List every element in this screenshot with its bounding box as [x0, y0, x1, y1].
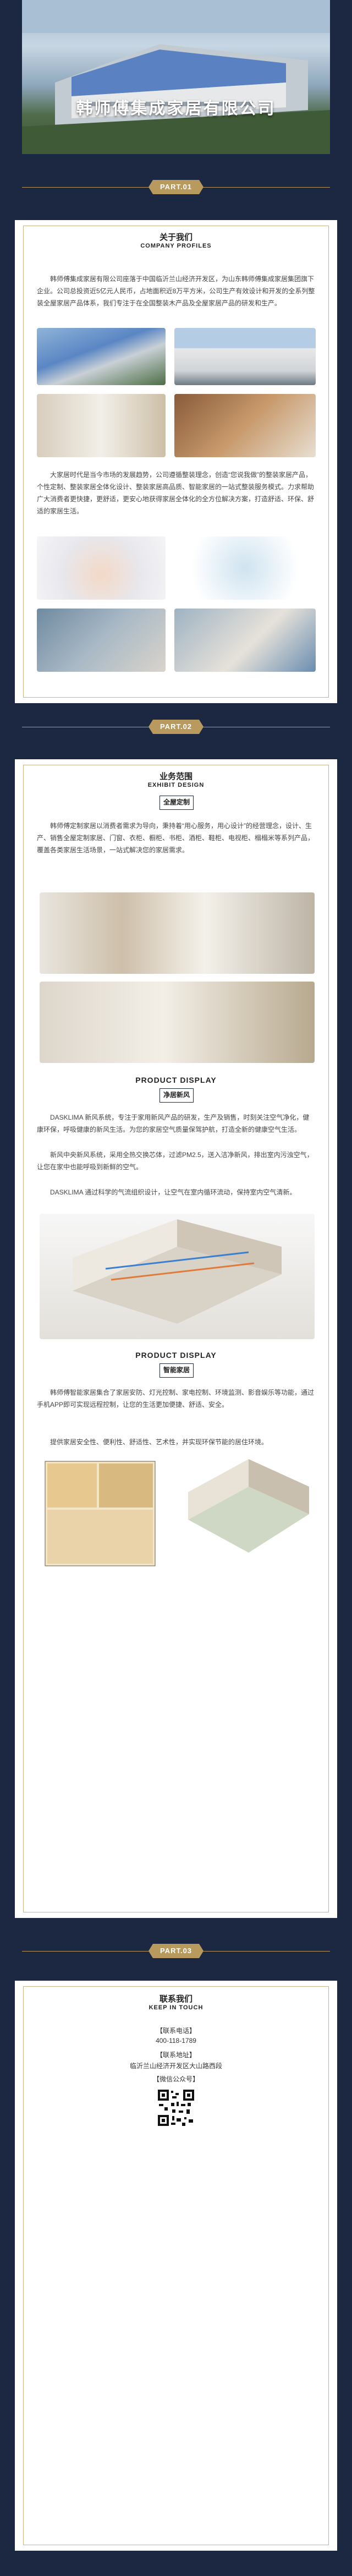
business-paragraph-5: 韩师傅智能家居集合了家居安防、灯光控制、家电控制、环境监测、影音娱乐等功能，通过…	[37, 1389, 315, 1408]
factory-aerial-image	[22, 0, 330, 154]
tag-custom-furniture: 全屋定制	[160, 796, 194, 810]
business-paragraph-2: DASKLIMA 新风系统，专注于家用新风产品的研发，生产及销售，时刻关注空气净…	[37, 1114, 310, 1133]
living-room-photo	[37, 609, 166, 672]
tag-smart-home: 智能家居	[160, 1363, 194, 1378]
contact-title-cn: 联系我们	[159, 1994, 193, 2004]
business-heading: 业务范围 EXHIBIT DESIGN	[15, 770, 337, 788]
office-building-photo	[174, 328, 316, 385]
about-heading: 关于我们 COMPANY PROFILES	[15, 231, 337, 249]
phone-value: 400-118-1789	[156, 2037, 196, 2045]
product-display-title: PRODUCT DISPLAY	[135, 1351, 217, 1360]
business-title-cn: 业务范围	[159, 772, 193, 781]
hero-banner: 韩师傅集成家居有限公司	[22, 0, 330, 154]
address-value: 临沂兰山经济开发区大山路西段	[129, 2062, 222, 2070]
business-paragraph-3: 新风中央新风系统，采用全热交换芯体，过滤PM2.5，送入洁净新风，排出室内污浊空…	[37, 1151, 314, 1171]
wardrobe-photo	[40, 892, 315, 974]
about-title-cn: 关于我们	[159, 233, 193, 242]
about-paragraph-2: 大家居时代是当今市场的发展趋势，公司遵循整装理念，创造“您说我做”的整装家居产品…	[37, 471, 315, 515]
wechat-label: 【微信公众号】	[152, 2075, 199, 2083]
contact-title-en: KEEP IN TOUCH	[148, 2004, 204, 2011]
business-paragraph-4: DASKLIMA 通过科学的气流组织设计，让空气在室内循环流动，保持室内空气清新…	[50, 1188, 296, 1196]
interior-photo-2	[174, 394, 316, 457]
address-label: 【联系地址】	[156, 2051, 196, 2059]
part-badge: PART.02	[148, 720, 204, 734]
phone-label: 【联系电话】	[156, 2027, 196, 2035]
business-card: 业务范围 EXHIBIT DESIGN 全屋定制 韩师傅定制家居以消费者需求为导…	[15, 759, 337, 1918]
about-title-en: COMPANY PROFILES	[140, 243, 212, 249]
smart-home-family-photo	[37, 536, 166, 600]
contact-card: 联系我们 KEEP IN TOUCH 【联系电话】 400-118-1789 【…	[15, 1981, 337, 2551]
part-badge: PART.03	[148, 1944, 204, 1958]
about-paragraph-1: 韩师傅集成家居有限公司座落于中国临沂兰山经济开发区，为山东韩师傅集成家居集团旗下…	[37, 275, 315, 307]
business-paragraph-1: 韩师傅定制家居以消费者需求为导向，秉持着“用心服务，用心设计”的经营理念，设计、…	[37, 822, 315, 854]
fresh-air-system-diagram	[40, 1214, 315, 1339]
business-title-en: EXHIBIT DESIGN	[147, 782, 205, 788]
tag-fresh-air: 净居新风	[160, 1088, 194, 1103]
qr-code-icon	[157, 2089, 195, 2127]
hero-title: 韩师傅集成家居有限公司	[76, 100, 276, 118]
product-display-title: PRODUCT DISPLAY	[135, 1076, 217, 1084]
interior-photo-1	[37, 394, 166, 457]
smart-control-photo	[174, 609, 316, 672]
smart-home-diagram	[174, 536, 316, 600]
kitchen-photo	[40, 982, 315, 1063]
part-badge: PART.01	[148, 180, 204, 194]
contact-heading: 联系我们 KEEP IN TOUCH	[15, 1993, 337, 2011]
business-paragraph-6: 提供家居安全性、便利性、舒适性、艺术性，并实现环保节能的居住环境。	[50, 1438, 268, 1446]
factory-photo	[37, 328, 166, 385]
about-card: 关于我们 COMPANY PROFILES 韩师傅集成家居有限公司座落于中国临沂…	[15, 220, 337, 703]
smart-home-floorplan	[40, 1454, 315, 1574]
